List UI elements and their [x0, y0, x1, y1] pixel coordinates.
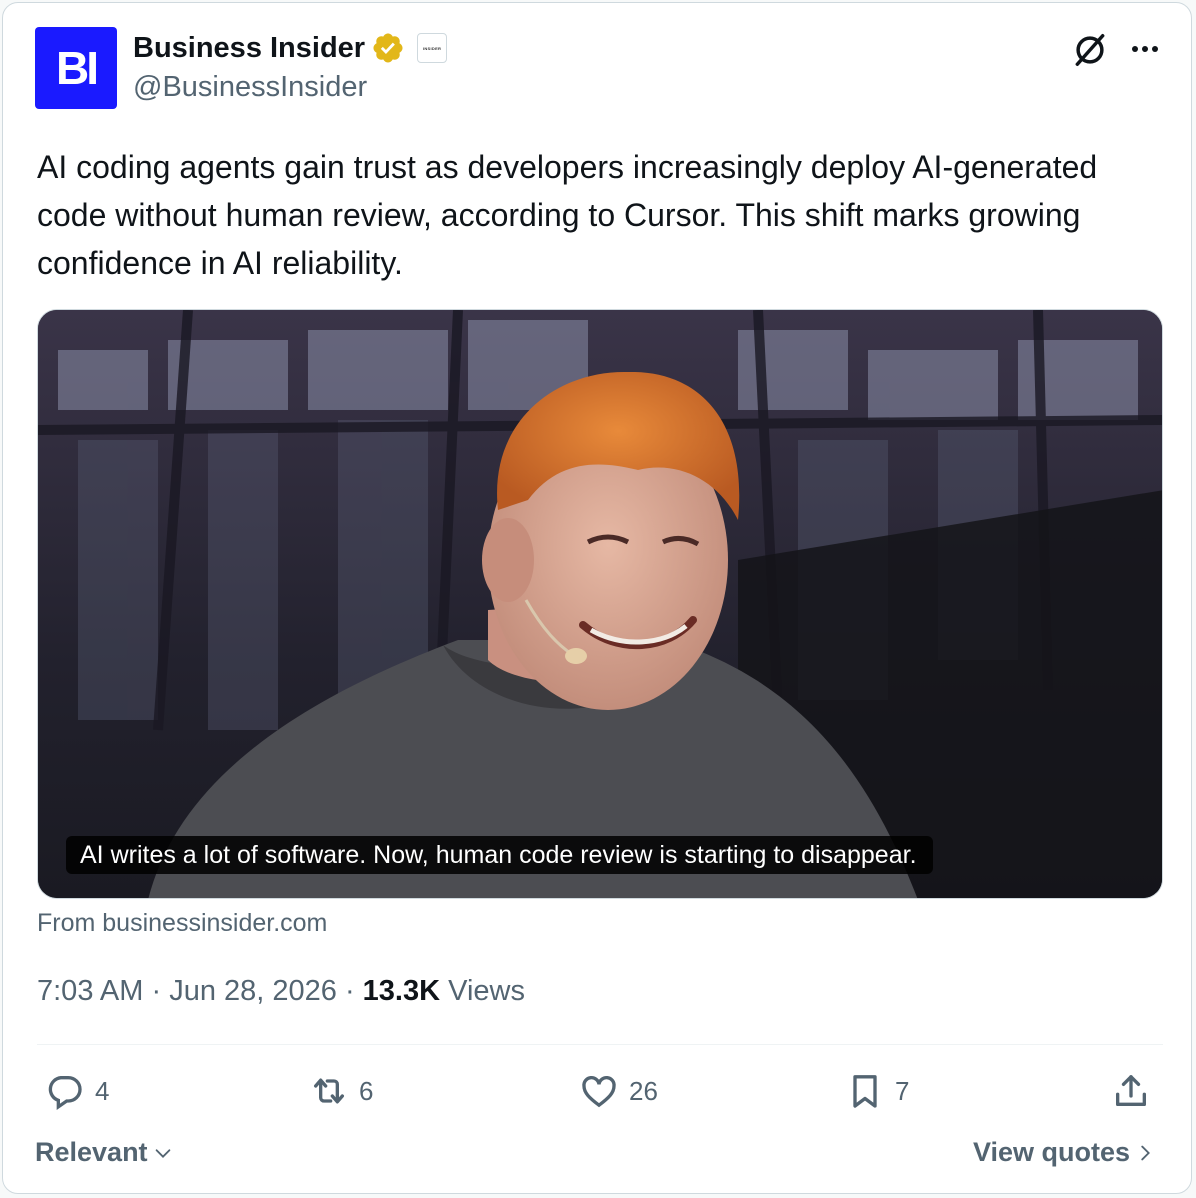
tweet-meta: 7:03 AM · Jun 28, 2026 · 13.3K Views	[37, 975, 525, 1008]
source-link[interactable]: From businessinsider.com	[37, 909, 327, 938]
share-button[interactable]	[1111, 1071, 1151, 1111]
views-count[interactable]: 13.3K	[363, 975, 440, 1008]
tweet-media-video[interactable]: AI writes a lot of software. Now, human …	[37, 309, 1163, 899]
avatar-logo-text: BI	[56, 42, 99, 94]
share-icon	[1116, 1075, 1146, 1106]
views-label: Views	[448, 975, 525, 1007]
like-count: 26	[629, 1075, 658, 1106]
reply-icon	[48, 1076, 82, 1111]
author-name[interactable]: Business Insider	[133, 32, 365, 65]
sort-label: Relevant	[35, 1137, 148, 1167]
view-quotes-label: View quotes	[973, 1137, 1131, 1167]
grok-icon[interactable]	[1071, 31, 1109, 69]
meta-separator: ·	[143, 975, 170, 1007]
meta-separator-2: ·	[336, 975, 363, 1007]
chevron-down-icon	[155, 1148, 170, 1158]
reply-count: 4	[95, 1075, 110, 1106]
tweet-time[interactable]: 7:03 AM	[37, 975, 143, 1008]
view-quotes-link[interactable]: View quotes	[973, 1137, 1156, 1168]
repost-count: 6	[359, 1075, 374, 1106]
tweet-text: AI coding agents gain trust as developer…	[37, 149, 1098, 281]
affiliate-badge-label: INSIDER	[422, 45, 442, 51]
author-handle[interactable]: @BusinessInsider	[133, 71, 367, 104]
divider	[37, 1044, 1163, 1045]
tweet-date[interactable]: Jun 28, 2026	[169, 975, 337, 1008]
like-button[interactable]: 26	[579, 1071, 658, 1111]
repost-button[interactable]: 6	[309, 1071, 373, 1111]
more-icon[interactable]	[1127, 33, 1163, 65]
affiliate-badge[interactable]: INSIDER	[417, 33, 448, 63]
tweet-card: BI Business Insider INSIDER @BusinessIns…	[2, 2, 1192, 1194]
repost-icon	[314, 1078, 344, 1104]
author-name-row: Business Insider INSIDER	[133, 31, 448, 65]
avatar[interactable]: BI	[35, 27, 117, 109]
sort-replies-dropdown[interactable]: Relevant	[35, 1137, 174, 1168]
bookmark-count: 7	[895, 1075, 910, 1106]
like-icon	[582, 1075, 616, 1108]
bookmark-icon	[853, 1075, 877, 1108]
verified-gold-icon[interactable]	[371, 31, 405, 65]
reply-button[interactable]: 4	[45, 1071, 109, 1111]
video-caption: AI writes a lot of software. Now, human …	[66, 836, 933, 874]
bookmark-button[interactable]: 7	[845, 1071, 909, 1111]
chevron-right-icon	[1141, 1145, 1151, 1160]
media-scene	[38, 310, 1162, 898]
